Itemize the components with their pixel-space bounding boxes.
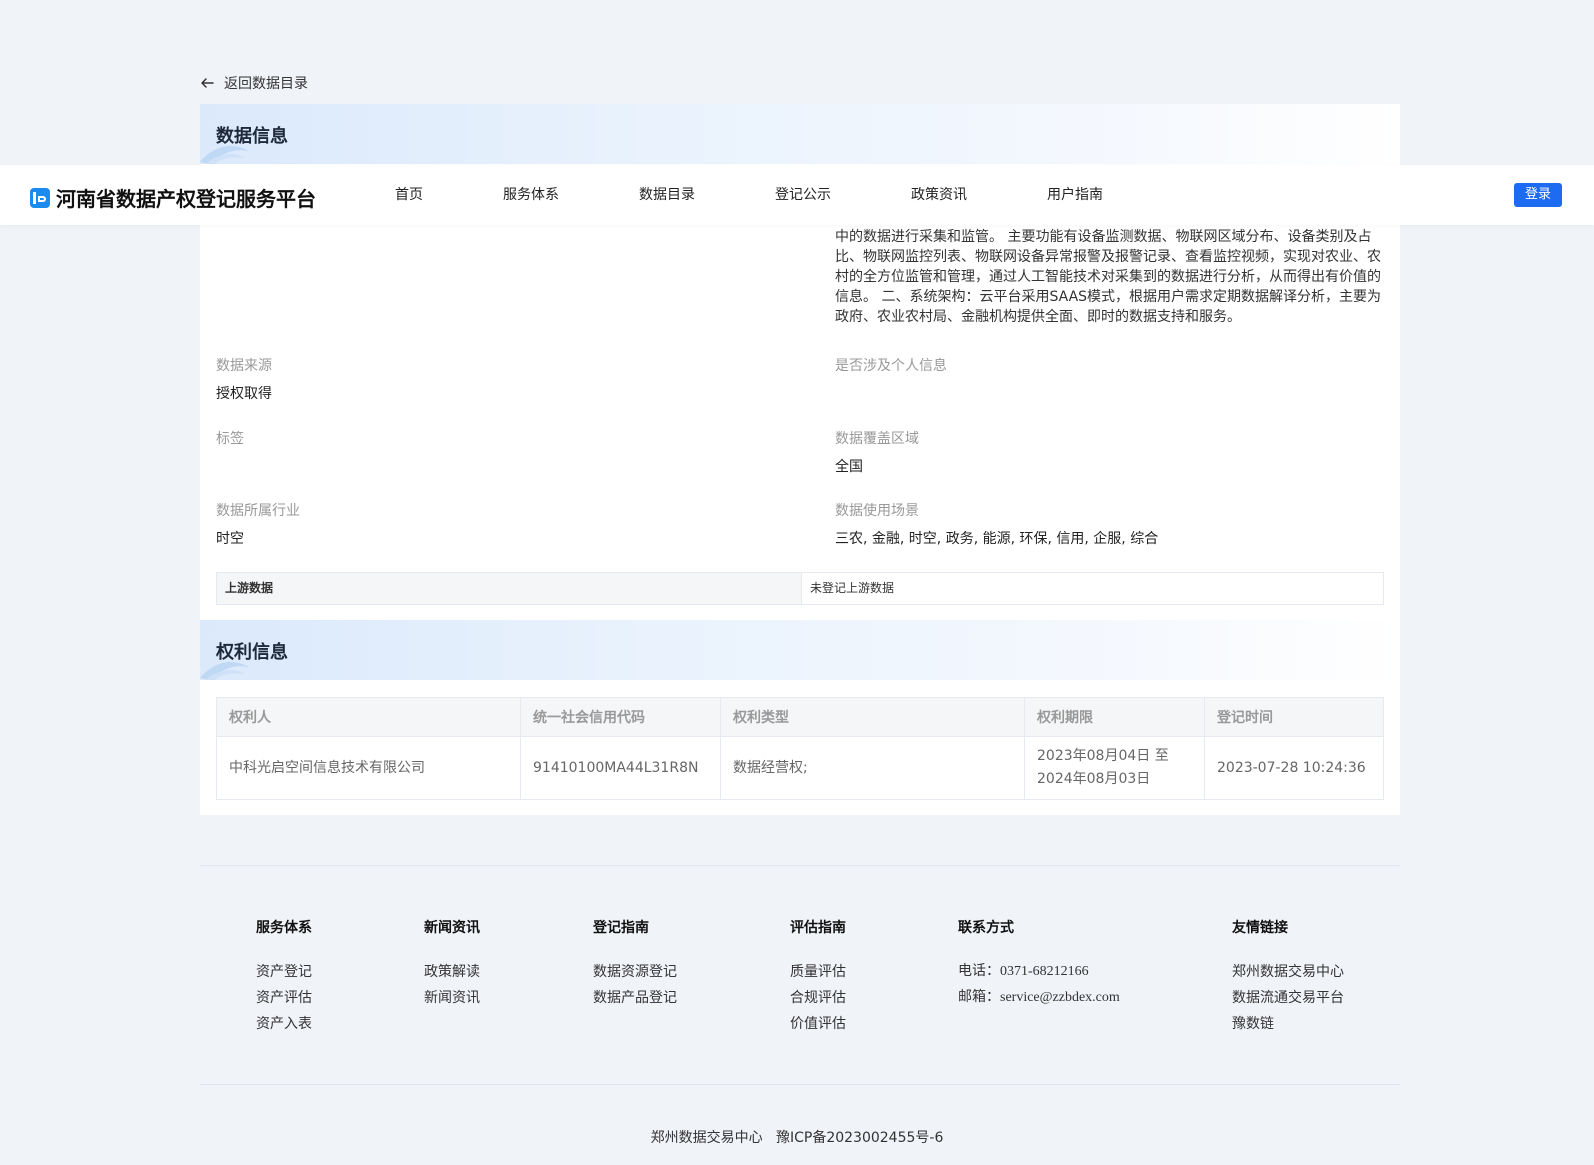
- footer-col-title: 评估指南: [790, 920, 846, 936]
- column-header: 权利人: [216, 697, 521, 737]
- brand-name: 河南省数据产权登记服务平台: [56, 187, 316, 211]
- footer-col-contact: 联系方式 电话：0371-68212166 邮箱：service@zzbdex.…: [958, 917, 1120, 1011]
- credit-code-cell: 91410100MA44L31R8N: [520, 736, 721, 800]
- upstream-label: 上游数据: [217, 573, 802, 604]
- copyright-org: 郑州数据交易中心: [650, 1130, 763, 1146]
- upstream-data-row: 上游数据 未登记上游数据: [216, 572, 1384, 605]
- back-link-label: 返回数据目录: [224, 76, 308, 92]
- field-label: 数据来源: [216, 358, 272, 374]
- column-header: 统一社会信用代码: [520, 697, 721, 737]
- field-label: 数据所属行业: [216, 503, 300, 519]
- footer-col-services: 服务体系 资产登记 资产评估 资产入表: [256, 917, 312, 1037]
- data-description: 中的数据进行采集和监管。 主要功能有设备监测数据、物联网区域分布、设备类别及占比…: [835, 229, 1382, 325]
- platform-logo-icon: [30, 187, 50, 208]
- field-value: 授权取得: [216, 386, 272, 402]
- field-label: 数据使用场景: [835, 503, 919, 519]
- footer-col-title: 联系方式: [958, 920, 1014, 936]
- field-value: 全国: [835, 459, 863, 475]
- footer-link[interactable]: 郑州数据交易中心: [1232, 959, 1344, 985]
- rights-info-header: 权利信息: [200, 620, 1400, 680]
- footer-link[interactable]: 豫数链: [1232, 1011, 1344, 1037]
- footer-link[interactable]: 数据流通交易平台: [1232, 985, 1344, 1011]
- field-use-scenarios: 数据使用场景 三农, 金融, 时空, 政务, 能源, 环保, 信用, 企服, 综…: [835, 500, 1375, 548]
- rights-table: 权利人 统一社会信用代码 权利类型 权利期限 登记时间 中科光启空间信息技术有限…: [216, 697, 1384, 800]
- footer-link[interactable]: 新闻资讯: [424, 985, 480, 1011]
- footer-col-title: 新闻资讯: [424, 920, 480, 936]
- rights-holder-cell: 中科光启空间信息技术有限公司: [216, 736, 521, 800]
- data-info-title: 数据信息: [216, 126, 288, 147]
- nav-policy-news[interactable]: 政策资讯: [911, 184, 967, 204]
- registration-time-cell: 2023-07-28 10:24:36: [1204, 736, 1384, 800]
- footer-link[interactable]: 政策解读: [424, 959, 480, 985]
- footer-link[interactable]: 资产登记: [256, 959, 312, 985]
- footer-col-title: 登记指南: [593, 920, 649, 936]
- field-coverage-area: 数据覆盖区域 全国: [835, 428, 1375, 476]
- footer-link[interactable]: 质量评估: [790, 959, 846, 985]
- field-label: 标签: [216, 431, 244, 447]
- back-to-catalog-link[interactable]: 返回数据目录: [200, 73, 308, 93]
- copyright-line: 郑州数据交易中心 豫ICP备2023002455号-6: [0, 1127, 1594, 1147]
- icp-number[interactable]: 豫ICP备2023002455号-6: [776, 1130, 943, 1146]
- footer-link[interactable]: 资产入表: [256, 1011, 312, 1037]
- nav-services[interactable]: 服务体系: [503, 184, 559, 204]
- column-header: 权利期限: [1024, 697, 1205, 737]
- term-start: 2023年08月04日 至: [1037, 748, 1169, 764]
- data-info-header: 数据信息: [200, 104, 1400, 164]
- login-button[interactable]: 登录: [1514, 183, 1562, 207]
- nav-home[interactable]: 首页: [395, 184, 423, 204]
- field-value: 三农, 金融, 时空, 政务, 能源, 环保, 信用, 企服, 综合: [835, 531, 1159, 547]
- rights-type-cell: 数据经营权;: [720, 736, 1025, 800]
- footer-col-title: 友情链接: [1232, 920, 1288, 936]
- table-header-row: 权利人 统一社会信用代码 权利类型 权利期限 登记时间: [216, 697, 1384, 737]
- footer-link[interactable]: 数据资源登记: [593, 959, 677, 985]
- footer-col-title: 服务体系: [256, 920, 312, 936]
- field-personal-info: 是否涉及个人信息: [835, 355, 1375, 383]
- brand[interactable]: 河南省数据产权登记服务平台: [30, 183, 316, 212]
- arrow-left-icon: [201, 78, 214, 88]
- top-navbar: 河南省数据产权登记服务平台 首页 服务体系 数据目录 登记公示 政策资讯 用户指…: [0, 165, 1594, 225]
- rights-term-cell: 2023年08月04日 至 2024年08月03日: [1024, 736, 1205, 800]
- field-tags: 标签: [216, 428, 756, 456]
- nav-registration-notice[interactable]: 登记公示: [775, 184, 831, 204]
- footer-col-evaluation-guide: 评估指南 质量评估 合规评估 价值评估: [790, 917, 846, 1037]
- footer-link[interactable]: 数据产品登记: [593, 985, 677, 1011]
- nav-user-guide[interactable]: 用户指南: [1047, 184, 1103, 204]
- field-label: 是否涉及个人信息: [835, 358, 947, 374]
- footer-link[interactable]: 资产评估: [256, 985, 312, 1011]
- nav-data-catalog[interactable]: 数据目录: [639, 184, 695, 204]
- field-value: 时空: [216, 531, 244, 547]
- footer-divider: [200, 1084, 1400, 1085]
- upstream-value: 未登记上游数据: [810, 581, 895, 595]
- footer-col-news: 新闻资讯 政策解读 新闻资讯: [424, 917, 480, 1011]
- footer-divider: [200, 865, 1400, 866]
- contact-phone: 电话：0371-68212166: [958, 964, 1089, 979]
- footer-col-friend-links: 友情链接 郑州数据交易中心 数据流通交易平台 豫数链: [1232, 917, 1344, 1037]
- field-label: 数据覆盖区域: [835, 431, 919, 447]
- footer-link[interactable]: 价值评估: [790, 1011, 846, 1037]
- column-header: 权利类型: [720, 697, 1025, 737]
- column-header: 登记时间: [1204, 697, 1384, 737]
- field-industry: 数据所属行业 时空: [216, 500, 756, 548]
- footer-col-registration-guide: 登记指南 数据资源登记 数据产品登记: [593, 917, 677, 1011]
- contact-email: 邮箱：service@zzbdex.com: [958, 990, 1120, 1005]
- rights-info-title: 权利信息: [216, 642, 288, 663]
- term-end: 2024年08月03日: [1037, 771, 1151, 787]
- table-row: 中科光启空间信息技术有限公司 91410100MA44L31R8N 数据经营权;…: [216, 736, 1384, 800]
- footer-link[interactable]: 合规评估: [790, 985, 846, 1011]
- field-data-source: 数据来源 授权取得: [216, 355, 756, 403]
